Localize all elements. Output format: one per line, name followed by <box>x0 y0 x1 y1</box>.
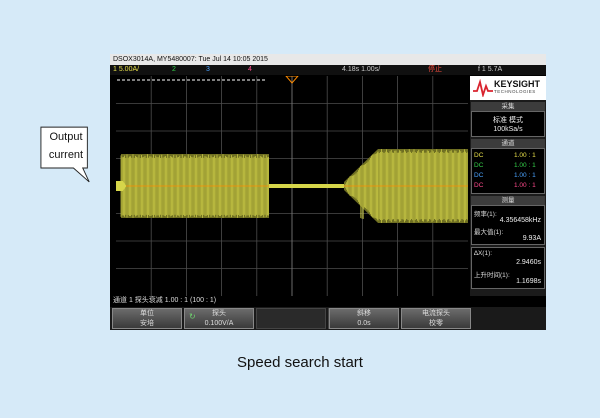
channel-row-2: DC 1.00 : 1 <box>474 162 536 169</box>
channel-4-coupling: DC <box>474 182 484 189</box>
softkey-units-value: 安培 <box>140 320 154 327</box>
channel-1-probe: 1.00 : 1 <box>514 152 536 159</box>
callout-line-1: Output <box>49 131 83 143</box>
channel-1-coupling: DC <box>474 152 484 159</box>
channel-2-probe: 1.00 : 1 <box>514 162 536 169</box>
acquisition-mode: 标准 模式 <box>493 117 523 124</box>
keysight-wave-icon <box>473 79 493 97</box>
waveform-svg <box>116 75 469 296</box>
flat-section <box>269 184 344 188</box>
acquisition-box[interactable]: 标准 模式 100kSa/s <box>471 111 545 137</box>
softkey-zero-title: 电流探头 <box>422 310 450 317</box>
measurement-1-label: 频率(1): <box>474 211 497 218</box>
keysight-logo: KEYSIGHT TECHNOLOGIES <box>470 76 546 100</box>
measurement-box-1[interactable]: 频率(1): 4.356458kHz 最大值(1): 9.93A <box>471 205 545 245</box>
window-title: DSOX3014A, MY5480007: Tue Jul 14 10:05 2… <box>110 54 546 65</box>
measurement-1-value: 4.356458kHz <box>499 217 541 224</box>
channel-row-4: DC 1.00 : 1 <box>474 182 536 189</box>
brand-name: KEYSIGHT <box>494 79 541 89</box>
measurement-box-2[interactable]: ∆X(1): 2.9460s 上升时间(1): 1.1698s <box>471 247 545 289</box>
softkey-skew-value: 0.0s <box>357 320 371 327</box>
measurement-2-value: 9.93A <box>522 235 541 242</box>
measurement-4-value: 1.1698s <box>516 278 541 285</box>
oscilloscope-screen: DSOX3014A, MY5480007: Tue Jul 14 10:05 2… <box>110 54 546 330</box>
channel-row-1: DC 1.00 : 1 <box>474 152 536 159</box>
softkey-units-title: 单位 <box>140 310 154 317</box>
measurement-3-value: 2.9460s <box>516 259 541 266</box>
waveform-display[interactable] <box>116 75 469 296</box>
timebase-readout[interactable]: 4.18s 1.00s/ <box>342 65 380 75</box>
callout-line-2: current <box>48 149 84 161</box>
trigger-readout[interactable]: f 1 5.7A <box>478 65 502 75</box>
run-state[interactable]: 停止 <box>428 65 442 75</box>
acquisition-header: 采集 <box>471 102 545 111</box>
measurement-3-label: ∆X(1): <box>474 250 493 257</box>
softkey-empty-1 <box>256 308 326 329</box>
channel-3-probe: 1.00 : 1 <box>514 172 536 179</box>
acquisition-rate: 100kSa/s <box>493 126 523 133</box>
ch2-marker[interactable]: 2 <box>172 65 176 75</box>
channel-4-probe: 1.00 : 1 <box>514 182 536 189</box>
ch3-marker[interactable]: 3 <box>206 65 210 75</box>
softkey-bar: 单位 安培 ↻ 探头 0.100V/A 斜移 0.0s 电流探头 校零 <box>110 307 546 330</box>
ch4-marker[interactable]: 4 <box>248 65 252 75</box>
channels-header: 通道 <box>471 139 545 148</box>
side-panel: KEYSIGHT TECHNOLOGIES 采集 标准 模式 100kSa/s … <box>470 76 546 296</box>
measurement-4-label: 上升时间(1): <box>474 272 510 279</box>
rotate-knob-icon: ↻ <box>189 312 196 321</box>
softkey-zero-value: 校零 <box>429 320 443 327</box>
softkey-current-probe-zero[interactable]: 电流探头 校零 <box>401 308 471 329</box>
softkey-probe[interactable]: ↻ 探头 0.100V/A <box>184 308 254 329</box>
figure-caption: Speed search start <box>237 354 363 371</box>
measurement-2-label: 最大值(1): <box>474 229 504 236</box>
measurements-header: 测量 <box>471 196 545 205</box>
brand-sub: TECHNOLOGIES <box>494 89 536 94</box>
channel-3-coupling: DC <box>474 172 484 179</box>
channel-row-3: DC 1.00 : 1 <box>474 172 536 179</box>
callout-text: Output current <box>40 128 92 164</box>
softkey-skew[interactable]: 斜移 0.0s <box>329 308 399 329</box>
channel-2-coupling: DC <box>474 162 484 169</box>
softkey-skew-title: 斜移 <box>357 310 371 317</box>
probe-info-line: 通道 1 探头衰减 1.00 : 1 (100 : 1) <box>110 296 546 306</box>
status-bar: 1 5.00A/ 2 3 4 4.18s 1.00s/ 停止 f 1 5.7A <box>110 65 546 75</box>
softkey-units[interactable]: 单位 安培 <box>112 308 182 329</box>
ch1-scale[interactable]: 1 5.00A/ <box>113 65 139 75</box>
channels-box[interactable]: DC 1.00 : 1 DC 1.00 : 1 DC 1.00 : 1 DC 1… <box>471 148 545 194</box>
